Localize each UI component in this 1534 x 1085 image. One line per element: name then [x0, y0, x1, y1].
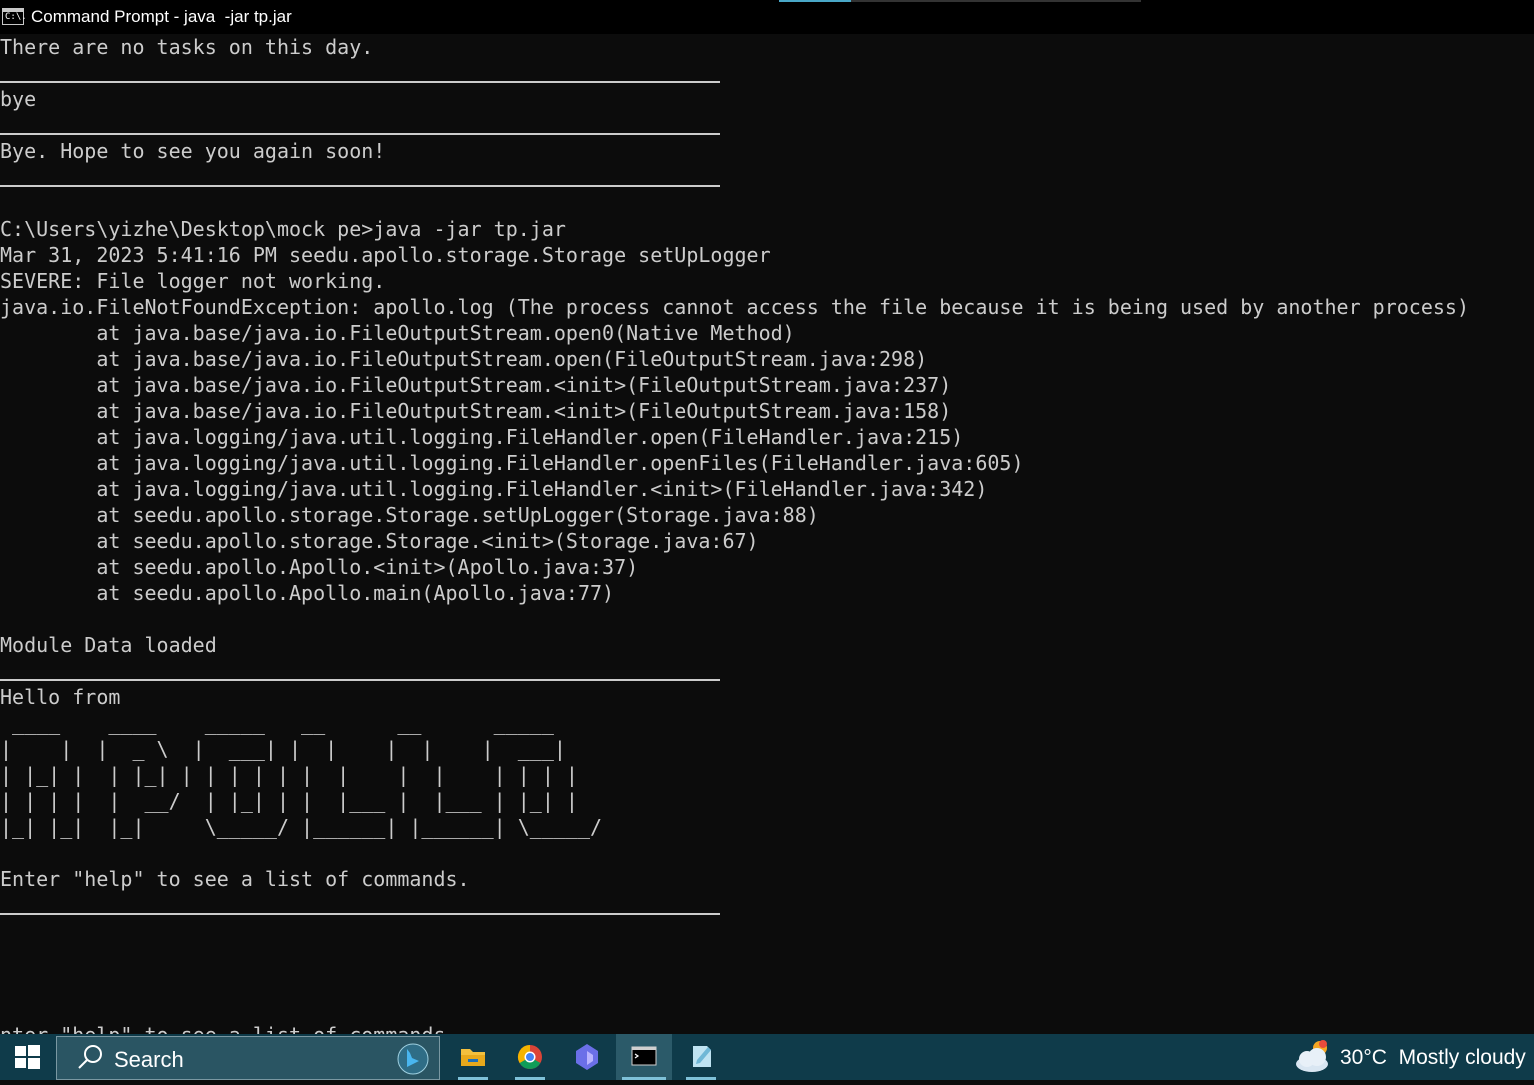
stack-trace-line: at java.base/java.io.FileOutputStream.op…: [0, 347, 928, 371]
weather-text: 30°C Mostly cloudy: [1340, 1046, 1526, 1070]
stack-trace-line: at seedu.apollo.Apollo.main(Apollo.java:…: [0, 581, 615, 605]
ascii-art-line: |_| |_| |_| \_____/ |______| |______| \_…: [0, 815, 603, 839]
taskbar-app-notepad[interactable]: [680, 1034, 722, 1080]
console-line: Bye. Hope to see you again soon!: [0, 139, 386, 163]
console-output[interactable]: There are no tasks on this day. bye Bye.…: [0, 34, 1534, 1034]
windows-logo-icon: [15, 1045, 40, 1069]
chrome-icon: [517, 1045, 542, 1070]
title-bar[interactable]: C:\. Command Prompt - java -jar tp.jar: [0, 0, 1534, 34]
stack-trace-line: at seedu.apollo.storage.Storage.setUpLog…: [0, 503, 819, 527]
console-line-partial: nter "help" to see a list of commands.: [0, 1022, 458, 1034]
console-line: SEVERE: File logger not working.: [0, 269, 386, 293]
weather-widget[interactable]: 30°C Mostly cloudy: [1288, 1034, 1534, 1080]
stack-trace-line: at java.logging/java.util.logging.FileHa…: [0, 451, 1024, 475]
title-accent-bar-dim: [851, 0, 1141, 2]
start-button[interactable]: [0, 1034, 54, 1080]
command-line: C:\Users\yizhe\Desktop\mock pe>java -jar…: [0, 217, 566, 241]
taskbar-app-file-explorer[interactable]: [452, 1034, 494, 1080]
command-prompt-icon: [631, 1046, 657, 1066]
file-explorer-icon: [461, 1049, 485, 1066]
stack-trace-line: at java.base/java.io.FileOutputStream.<i…: [0, 373, 952, 397]
taskbar-app-chrome[interactable]: [509, 1034, 551, 1080]
notepad-icon: [693, 1046, 711, 1067]
ascii-art-line: ____ ____ _____ __ __ _____: [0, 711, 554, 735]
search-icon: [78, 1045, 102, 1069]
stack-trace-line: at seedu.apollo.Apollo.<init>(Apollo.jav…: [0, 555, 639, 579]
taskbar-app-command-prompt[interactable]: [616, 1034, 672, 1080]
console-line: bye: [0, 87, 37, 111]
stack-trace-line: at java.logging/java.util.logging.FileHa…: [0, 425, 964, 449]
console-line: Enter "help" to see a list of commands.: [0, 867, 470, 891]
console-line: Module Data loaded: [0, 633, 217, 657]
copilot-icon: [576, 1044, 598, 1070]
taskbar-app-copilot[interactable]: [566, 1034, 608, 1080]
search-label: Search: [114, 1047, 184, 1072]
separator-line: [0, 679, 720, 681]
separator-line: [0, 133, 720, 135]
console-line: Mar 31, 2023 5:41:16 PM seedu.apollo.sto…: [0, 243, 771, 267]
console-line: There are no tasks on this day.: [0, 35, 374, 59]
title-accent-bar: [779, 0, 851, 2]
separator-line: [0, 81, 720, 83]
weather-condition: Mostly cloudy: [1398, 1046, 1526, 1069]
search-box[interactable]: Search: [56, 1036, 440, 1080]
separator-line: [0, 913, 720, 915]
console-line: Hello from: [0, 685, 121, 709]
window-title: Command Prompt - java -jar tp.jar: [31, 7, 292, 26]
stack-trace-line: at seedu.apollo.storage.Storage.<init>(S…: [0, 529, 759, 553]
ascii-art-line: | | | | | __/ | |_| | | |___ | |___ | |_…: [0, 789, 578, 813]
stack-trace-line: at java.logging/java.util.logging.FileHa…: [0, 477, 988, 501]
cmd-icon: C:\.: [2, 8, 27, 25]
exception-line: java.io.FileNotFoundException: apollo.lo…: [0, 295, 1470, 319]
separator-line: [0, 185, 720, 187]
ascii-art-line: | |_| | | |_| | | | | | | | | | | | | |: [0, 763, 578, 787]
ascii-art-line: | | | _ \ | ___| | | | | | ___|: [0, 737, 566, 761]
stack-trace-line: at java.base/java.io.FileOutputStream.<i…: [0, 399, 952, 423]
bing-icon[interactable]: [393, 1039, 433, 1079]
stack-trace-line: at java.base/java.io.FileOutputStream.op…: [0, 321, 795, 345]
cloudy-weather-icon: [1296, 1040, 1328, 1072]
taskbar: Search 30°C Mostly cloudy: [0, 1034, 1534, 1080]
weather-temp: 30°C: [1340, 1046, 1387, 1069]
